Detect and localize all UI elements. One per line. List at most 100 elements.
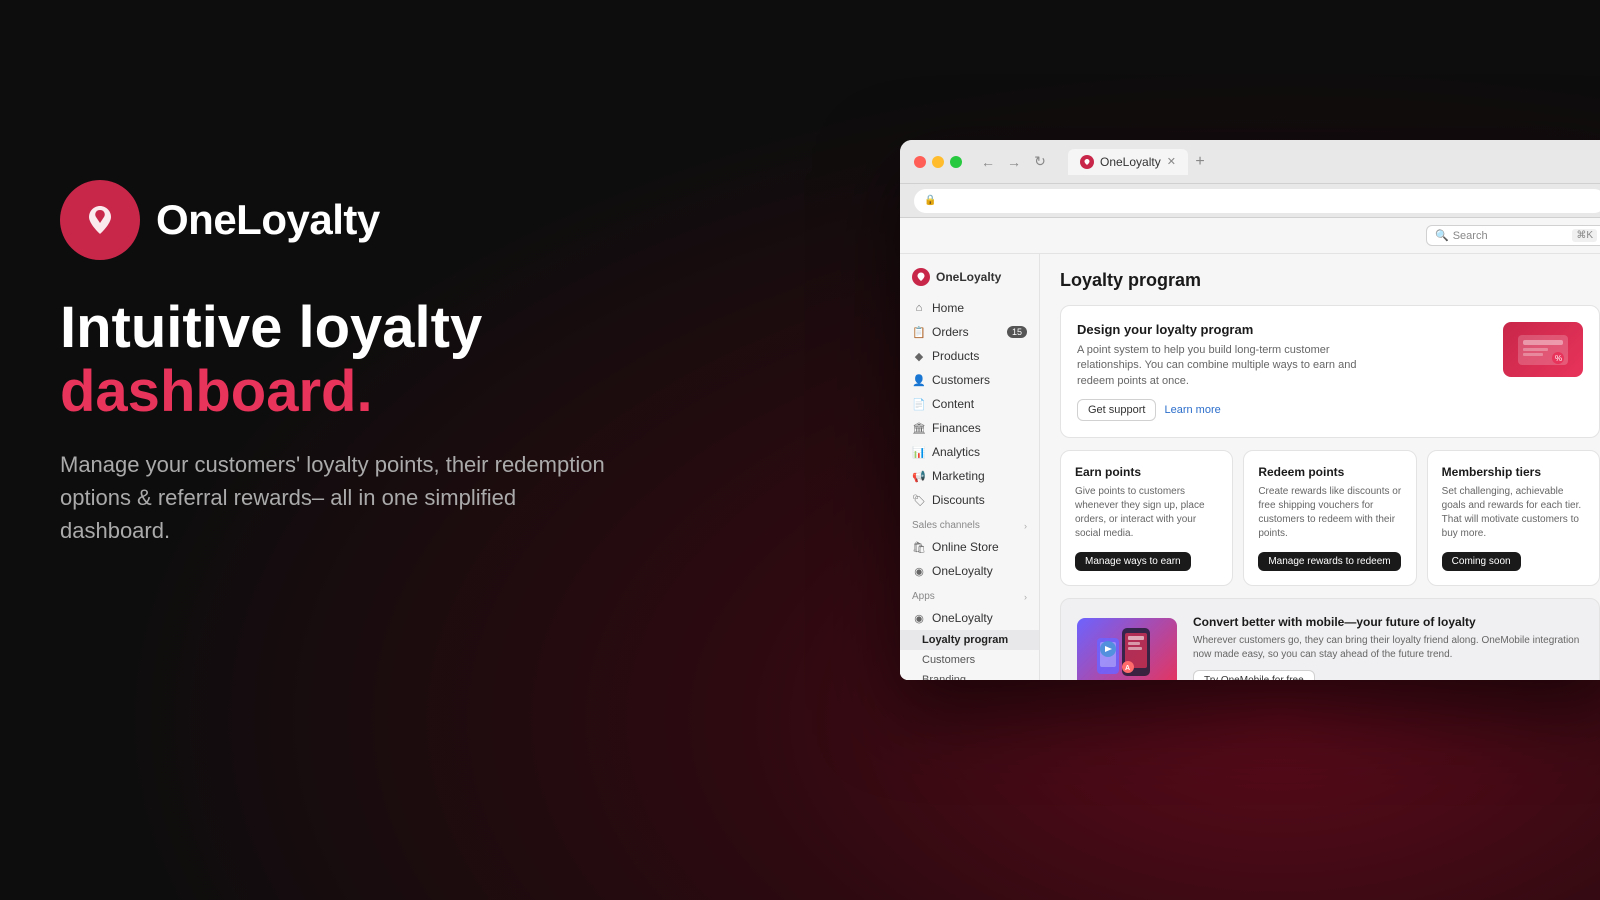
earn-points-desc: Give points to customers whenever they s… (1075, 485, 1218, 541)
search-box[interactable]: 🔍 Search ⌘K (1426, 225, 1600, 246)
svg-text:A: A (1125, 665, 1130, 672)
sales-channels-section: Sales channels › (900, 512, 1039, 535)
sidebar-orders-label: Orders (932, 325, 969, 339)
sidebar-item-online-store[interactable]: 🛍 Online Store (900, 535, 1039, 559)
main-headline: Intuitive loyalty dashboard. (60, 296, 620, 424)
browser-window: ← → ↻ OneLoyalty ✕ + 🔒 (900, 140, 1600, 680)
new-tab-button[interactable]: + (1188, 150, 1212, 174)
orders-icon: 📋 (912, 325, 926, 339)
sidebar-content-label: Content (932, 397, 974, 411)
oneloyalty-channel-icon: ◉ (912, 564, 926, 578)
address-row: 🔒 (900, 184, 1600, 218)
sidebar-item-finances[interactable]: 🏛 Finances (900, 416, 1039, 440)
coming-soon-button[interactable]: Coming soon (1442, 552, 1521, 571)
orders-badge: 15 (1007, 326, 1027, 338)
maximize-button[interactable] (950, 156, 962, 168)
sales-channels-chevron: › (1024, 521, 1027, 531)
page-title: Loyalty program (1060, 270, 1600, 291)
redeem-points-desc: Create rewards like discounts or free sh… (1258, 485, 1401, 541)
refresh-button[interactable]: ↻ (1030, 152, 1050, 172)
forward-button[interactable]: → (1004, 152, 1024, 172)
sidebar-online-store-label: Online Store (932, 540, 999, 554)
sidebar-brand-icon (912, 268, 930, 286)
hero-card-actions: Get support Learn more (1077, 399, 1377, 421)
customers-icon: 👤 (912, 373, 926, 387)
sidebar-item-orders[interactable]: 📋 Orders 15 (900, 320, 1039, 344)
sidebar-loyalty-program[interactable]: Loyalty program (900, 630, 1039, 650)
content-icon: 📄 (912, 397, 926, 411)
sidebar-branding-label: Branding (922, 674, 966, 680)
svg-text:%: % (1555, 354, 1562, 363)
sidebar-customers-label: Customers (932, 373, 990, 387)
address-bar[interactable]: 🔒 (914, 189, 1600, 213)
sidebar-app-customers[interactable]: Customers (900, 650, 1039, 670)
membership-tiers-desc: Set challenging, achievable goals and re… (1442, 485, 1585, 541)
sidebar-item-discounts[interactable]: 🏷 Discounts (900, 488, 1039, 512)
search-shortcut: ⌘K (1572, 229, 1597, 242)
finances-icon: 🏛 (912, 421, 926, 435)
learn-more-link[interactable]: Learn more (1164, 404, 1220, 416)
hero-card-image: % (1503, 322, 1583, 377)
tab-favicon (1080, 155, 1094, 169)
apps-chevron: › (1024, 592, 1027, 602)
minimize-button[interactable] (932, 156, 944, 168)
sidebar-finances-label: Finances (932, 421, 981, 435)
get-support-button[interactable]: Get support (1077, 399, 1156, 421)
sidebar: OneLoyalty ⌂ Home 📋 Orders 15 ◆ Products (900, 254, 1040, 680)
active-tab[interactable]: OneLoyalty ✕ (1068, 149, 1188, 175)
sidebar-item-analytics[interactable]: 📊 Analytics (900, 440, 1039, 464)
logo-text: OneLoyalty (156, 196, 380, 244)
sidebar-item-content[interactable]: 📄 Content (900, 392, 1039, 416)
manage-earn-button[interactable]: Manage ways to earn (1075, 552, 1191, 571)
apps-section: Apps › (900, 583, 1039, 606)
sidebar-marketing-label: Marketing (932, 469, 985, 483)
subtext: Manage your customers' loyalty points, t… (60, 448, 620, 547)
hero-card-content: Design your loyalty program A point syst… (1077, 322, 1377, 421)
search-icon: 🔍 (1435, 229, 1449, 242)
sidebar-item-oneloyalty-channel[interactable]: ◉ OneLoyalty (900, 559, 1039, 583)
sidebar-item-marketing[interactable]: 📢 Marketing (900, 464, 1039, 488)
admin-body: OneLoyalty ⌂ Home 📋 Orders 15 ◆ Products (900, 254, 1600, 680)
hero-card-title: Design your loyalty program (1077, 322, 1377, 337)
back-button[interactable]: ← (978, 152, 998, 172)
sidebar-home-label: Home (932, 301, 964, 315)
earn-points-card: Earn points Give points to customers whe… (1060, 450, 1233, 586)
tab-close-icon[interactable]: ✕ (1167, 155, 1176, 168)
headline-line2: dashboard. (60, 359, 373, 424)
headline-line1: Intuitive loyalty (60, 295, 482, 360)
tab-label: OneLoyalty (1100, 155, 1161, 169)
left-panel: OneLoyalty Intuitive loyalty dashboard. … (60, 180, 620, 547)
sidebar-discounts-label: Discounts (932, 493, 985, 507)
marketing-icon: 📢 (912, 469, 926, 483)
main-content: Loyalty program Design your loyalty prog… (1040, 254, 1600, 680)
mobile-card-text: Convert better with mobile—your future o… (1193, 615, 1583, 680)
traffic-lights (914, 156, 962, 168)
sidebar-app-oneloyalty[interactable]: ◉ OneLoyalty (900, 606, 1039, 630)
sidebar-app-oneloyalty-label: OneLoyalty (932, 611, 993, 625)
sidebar-item-home[interactable]: ⌂ Home (900, 296, 1039, 320)
sidebar-brand: OneLoyalty (900, 262, 1039, 296)
home-icon: ⌂ (912, 301, 926, 315)
sidebar-item-customers[interactable]: 👤 Customers (900, 368, 1039, 392)
redeem-points-title: Redeem points (1258, 465, 1401, 479)
discounts-icon: 🏷 (912, 493, 926, 507)
manage-redeem-button[interactable]: Manage rewards to redeem (1258, 552, 1400, 571)
mobile-card-desc: Wherever customers go, they can bring th… (1193, 634, 1583, 662)
admin-topbar: 🔍 Search ⌘K (900, 218, 1600, 254)
analytics-icon: 📊 (912, 445, 926, 459)
sidebar-oneloyalty-channel-label: OneLoyalty (932, 564, 993, 578)
sidebar-analytics-label: Analytics (932, 445, 980, 459)
lock-icon: 🔒 (924, 195, 936, 206)
sidebar-loyalty-program-label: Loyalty program (922, 634, 1008, 646)
search-placeholder: Search (1453, 230, 1569, 242)
online-store-icon: 🛍 (912, 540, 926, 554)
hero-card-description: A point system to help you build long-te… (1077, 343, 1377, 389)
try-onemobile-button[interactable]: Try OneMobile for free (1193, 670, 1315, 680)
close-button[interactable] (914, 156, 926, 168)
sales-channels-label: Sales channels (912, 520, 980, 531)
sidebar-app-customers-label: Customers (922, 654, 975, 666)
products-icon: ◆ (912, 349, 926, 363)
membership-tiers-card: Membership tiers Set challenging, achiev… (1427, 450, 1600, 586)
sidebar-branding[interactable]: Branding (900, 670, 1039, 680)
sidebar-item-products[interactable]: ◆ Products (900, 344, 1039, 368)
